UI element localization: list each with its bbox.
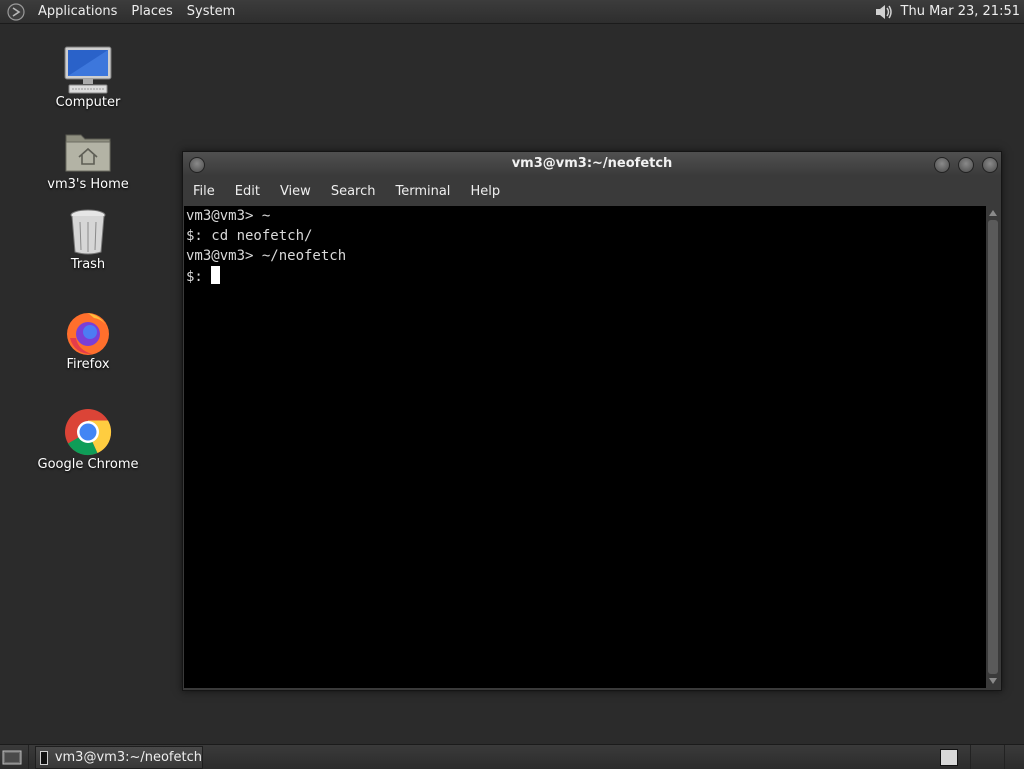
menu-terminal[interactable]: Terminal bbox=[385, 184, 460, 199]
terminal-scrollbar[interactable] bbox=[986, 206, 1000, 688]
desktop-icon-trash[interactable]: Trash bbox=[28, 207, 148, 272]
panel-separator bbox=[970, 745, 971, 769]
terminal-line: vm3@vm3> ~ bbox=[186, 208, 271, 224]
menu-edit[interactable]: Edit bbox=[225, 184, 270, 199]
home-folder-icon bbox=[63, 127, 113, 177]
panel-separator bbox=[1004, 745, 1005, 769]
show-desktop-icon[interactable] bbox=[2, 748, 22, 766]
terminal-line: vm3@vm3> ~/neofetch bbox=[186, 248, 347, 264]
desktop-icon-label: vm3's Home bbox=[47, 177, 129, 192]
prompt-text: $: bbox=[186, 269, 212, 285]
menu-view[interactable]: View bbox=[270, 184, 321, 199]
desktop-icon-label: Firefox bbox=[66, 357, 110, 372]
firefox-icon bbox=[63, 307, 113, 357]
system-menu[interactable]: System bbox=[180, 0, 242, 23]
taskbar-button-label: vm3@vm3:~/neofetch bbox=[54, 750, 202, 765]
maximize-button[interactable] bbox=[958, 157, 974, 173]
menu-search[interactable]: Search bbox=[321, 184, 386, 199]
text-cursor bbox=[211, 266, 221, 284]
top-panel: Applications Places System Thu Mar 23, 2… bbox=[0, 0, 1024, 24]
scrollbar-thumb[interactable] bbox=[988, 220, 998, 674]
window-title: vm3@vm3:~/neofetch bbox=[511, 156, 673, 171]
trash-icon bbox=[63, 207, 113, 257]
desktop-icon-computer[interactable]: Computer bbox=[28, 45, 148, 110]
desktop-icon-label: Computer bbox=[55, 95, 121, 110]
clock[interactable]: Thu Mar 23, 21:51 bbox=[901, 4, 1020, 19]
scroll-down-icon[interactable] bbox=[989, 678, 997, 684]
terminal-window[interactable]: vm3@vm3:~/neofetch File Edit View Search… bbox=[182, 151, 1002, 691]
panel-separator bbox=[28, 745, 29, 769]
scroll-up-icon[interactable] bbox=[989, 210, 997, 216]
places-menu[interactable]: Places bbox=[124, 0, 179, 23]
workspace-switcher-icon[interactable] bbox=[940, 749, 958, 766]
terminal-output[interactable]: vm3@vm3> ~ $: cd neofetch/ vm3@vm3> ~/ne… bbox=[184, 206, 986, 688]
minimize-button[interactable] bbox=[934, 157, 950, 173]
terminal-prompt-line: $: bbox=[184, 266, 986, 287]
menu-help[interactable]: Help bbox=[460, 184, 510, 199]
desktop-icon-label: Google Chrome bbox=[37, 457, 139, 472]
computer-icon bbox=[63, 45, 113, 95]
mate-logo-icon[interactable] bbox=[7, 2, 25, 21]
taskbar-button-terminal[interactable]: vm3@vm3:~/neofetch bbox=[35, 746, 203, 769]
close-button[interactable] bbox=[982, 157, 998, 173]
bottom-panel: vm3@vm3:~/neofetch bbox=[0, 744, 1024, 769]
desktop-icon-home[interactable]: vm3's Home bbox=[28, 127, 148, 192]
desktop-icon-chrome[interactable]: Google Chrome bbox=[28, 407, 148, 472]
terminal-menubar: File Edit View Search Terminal Help bbox=[183, 176, 1001, 206]
window-titlebar[interactable]: vm3@vm3:~/neofetch bbox=[183, 152, 1001, 176]
applications-menu[interactable]: Applications bbox=[31, 0, 124, 23]
chrome-icon bbox=[63, 407, 113, 457]
terminal-icon bbox=[40, 750, 48, 765]
volume-icon[interactable] bbox=[873, 2, 895, 22]
menu-file[interactable]: File bbox=[183, 184, 225, 199]
terminal-line: $: cd neofetch/ bbox=[186, 228, 313, 244]
desktop-icon-firefox[interactable]: Firefox bbox=[28, 307, 148, 372]
desktop-icon-label: Trash bbox=[70, 257, 106, 272]
